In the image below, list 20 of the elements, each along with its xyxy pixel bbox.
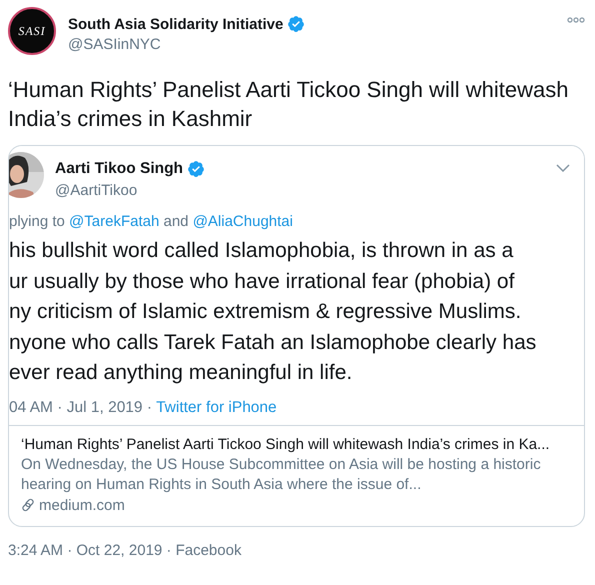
author-handle[interactable]: @SASIinNYC (68, 36, 555, 53)
card-description: On Wednesday, the US House Subcommittee on Asia will be hosting a historic hearing on Human Rights in South Asia where the issue of... (21, 454, 542, 494)
link-icon (21, 498, 35, 512)
author-name[interactable]: South Asia Solidarity Initiative (68, 16, 284, 32)
author-name: Aarti Tikoo Singh (55, 160, 184, 178)
author-handle: @AartiTikoo (55, 182, 138, 199)
mention-link: @AliaChughtai (192, 213, 293, 230)
avatar[interactable]: SASI (8, 7, 56, 55)
tweet-timestamp: 3:24 AM · Oct 22, 2019 · Facebook (8, 542, 242, 558)
link-card[interactable] (8, 145, 585, 526)
chevron-icon (556, 164, 570, 172)
more-icon[interactable] (567, 17, 585, 23)
card-domain: medium.com (39, 496, 125, 514)
reply-context: plying to @TarekFatah and @AliaChughtai (9, 213, 294, 230)
tweet-text: ‘Human Rights’ Panelist Aarti Tickoo Singh will whitewash India’s crimes in Kashmir (7, 76, 570, 133)
mention-link: @TarekFatah (69, 213, 160, 230)
tweet-meta: 04 AM · Jul 1, 2019 · Twitter for iPhone (9, 398, 278, 416)
quoted-tweet-text: his bullshit word called Islamophobia, is thrown in as a ur usually by those who have irrational fear (phobia) of ny criticism of Islamic extremism & regressive Muslims. nyone who calls Tarek Fatah an Islamophobe clearly has ever read anything meaningful in life. (9, 238, 538, 386)
card-title: ‘Human Rights’ Panelist Aarti Tickoo Singh will whitewash India’s crimes in Ka... (21, 436, 551, 452)
source-link: Twitter for iPhone (156, 398, 277, 416)
